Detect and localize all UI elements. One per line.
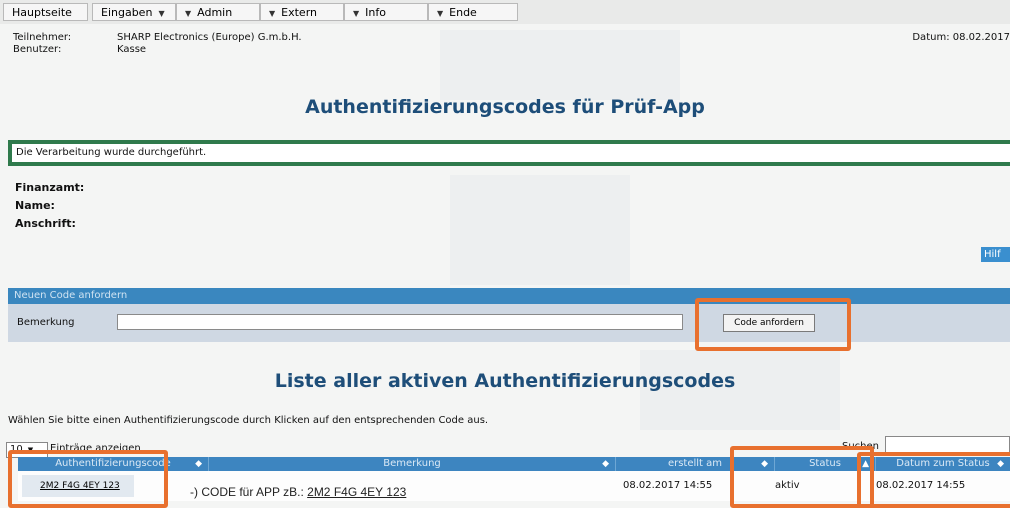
cell-erstellt-am: 08.02.2017 14:55 bbox=[623, 480, 713, 491]
menu-hauptseite[interactable]: Hauptseite bbox=[3, 3, 88, 21]
status-message-text: Die Verarbeitung wurde durchgeführt. bbox=[16, 147, 207, 158]
column-label: erstellt am bbox=[667, 458, 723, 469]
chevron-down-icon: ▼ bbox=[353, 9, 360, 18]
menu-admin[interactable]: ▼ Admin bbox=[176, 3, 260, 21]
teilnehmer-label: Teilnehmer: bbox=[13, 32, 72, 43]
menu-label: Info bbox=[365, 6, 386, 19]
menu-label: Hauptseite bbox=[12, 6, 72, 19]
chevron-down-icon: ▼ bbox=[437, 9, 444, 18]
menu-label: Eingaben bbox=[101, 6, 153, 19]
bemerkung-input[interactable] bbox=[117, 314, 683, 330]
section-header-new-code: Neuen Code anfordern bbox=[8, 288, 1010, 304]
annotation-prefix: -) CODE für APP zB.: bbox=[190, 485, 308, 499]
benutzer-value: Kasse bbox=[117, 44, 147, 55]
menu-info[interactable]: ▼ Info bbox=[344, 3, 428, 21]
anschrift-label: Anschrift: bbox=[15, 217, 76, 230]
date-display: Datum: 08.02.2017 bbox=[912, 32, 1010, 43]
menu-extern[interactable]: ▼ Extern bbox=[260, 3, 344, 21]
help-button[interactable]: Hilf bbox=[981, 247, 1010, 262]
chevron-down-icon: ▼ bbox=[158, 9, 165, 18]
chevron-down-icon: ▼ bbox=[269, 9, 276, 18]
sort-icon: ◆ bbox=[195, 459, 202, 469]
highlight-box bbox=[857, 452, 1010, 508]
highlight-box bbox=[8, 450, 168, 508]
bemerkung-label: Bemerkung bbox=[17, 317, 75, 328]
chevron-down-icon: ▼ bbox=[185, 9, 192, 18]
background-shade bbox=[440, 30, 680, 100]
highlight-box bbox=[730, 446, 874, 508]
menu-label: Admin bbox=[197, 6, 233, 19]
menu-ende[interactable]: ▼ Ende bbox=[428, 3, 518, 21]
background-shade bbox=[450, 175, 630, 285]
name-label: Name: bbox=[15, 199, 55, 212]
finanzamt-label: Finanzamt: bbox=[15, 181, 85, 194]
annotation-note: -) CODE für APP zB.: 2M2 F4G 4EY 123 bbox=[190, 485, 406, 499]
page-title: Authentifizierungscodes für Prüf-App bbox=[305, 96, 705, 118]
menu-label: Ende bbox=[449, 6, 477, 19]
highlight-box bbox=[695, 298, 851, 351]
menu-label: Extern bbox=[281, 6, 317, 19]
menu-eingaben[interactable]: Eingaben ▼ bbox=[92, 3, 176, 21]
column-label: Bemerkung bbox=[383, 458, 441, 469]
status-message: Die Verarbeitung wurde durchgeführt. bbox=[8, 140, 1010, 166]
annotation-code: 2M2 F4G 4EY 123 bbox=[307, 485, 407, 499]
column-header-bemerkung[interactable]: Bemerkung ◆ bbox=[209, 457, 615, 471]
list-hint: Wählen Sie bitte einen Authentifizierung… bbox=[8, 415, 489, 426]
benutzer-label: Benutzer: bbox=[13, 44, 62, 55]
teilnehmer-value: SHARP Electronics (Europe) G.m.b.H. bbox=[117, 32, 302, 43]
list-title: Liste aller aktiven Authentifizierungsco… bbox=[274, 370, 736, 392]
sort-icon: ◆ bbox=[602, 459, 609, 469]
menu-bar: Hauptseite Eingaben ▼ ▼ Admin ▼ Extern ▼ Inf… bbox=[0, 0, 1010, 24]
